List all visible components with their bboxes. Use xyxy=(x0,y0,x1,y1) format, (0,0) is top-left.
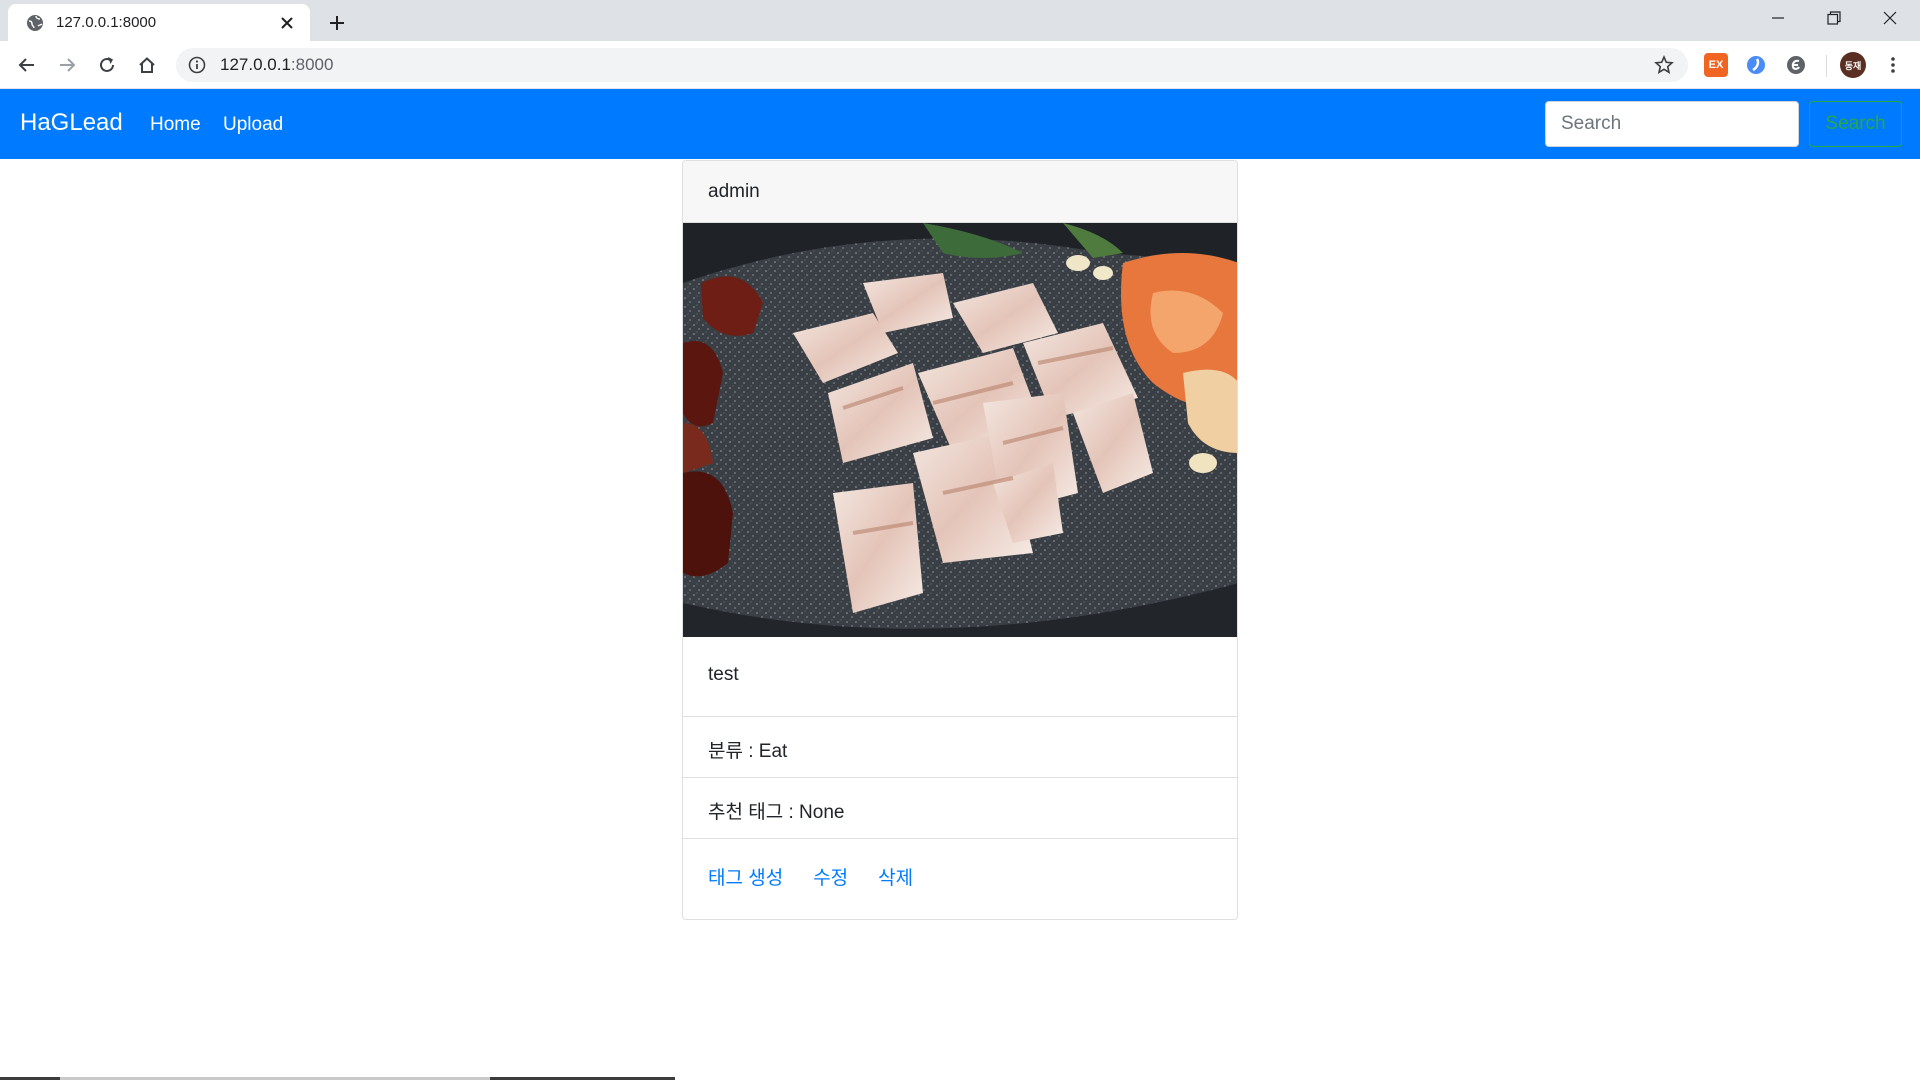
post-description: test xyxy=(683,637,1237,717)
search-input[interactable] xyxy=(1545,101,1799,147)
address-bar[interactable]: 127.0.0.1:8000 xyxy=(176,48,1688,82)
ex-extension-label: EX xyxy=(1708,59,1724,71)
post-recommended-tags: 추천 태그 : None xyxy=(683,778,1237,839)
restore-icon[interactable] xyxy=(1806,0,1862,36)
post-card: admin test 분류: Eat 추천 태그: None 태그 생성 수… xyxy=(682,160,1238,920)
edit-link[interactable]: 수정 xyxy=(813,863,848,919)
site-info-icon[interactable] xyxy=(188,56,206,74)
delete-link[interactable]: 삭제 xyxy=(878,863,913,919)
address-url: 127.0.0.1:8000 xyxy=(220,55,333,75)
minimize-icon[interactable] xyxy=(1750,0,1806,36)
url-port: :8000 xyxy=(290,55,334,74)
post-actions: 태그 생성 수정 삭제 xyxy=(683,839,1237,919)
close-tab-icon[interactable] xyxy=(276,12,298,34)
browser-tab[interactable]: 127.0.0.1:8000 xyxy=(8,4,310,41)
close-window-icon[interactable] xyxy=(1862,0,1918,36)
post-category: 분류 : Eat xyxy=(683,717,1237,778)
browser-tabstrip: 127.0.0.1:8000 xyxy=(0,0,1920,41)
blue-extension-icon[interactable] xyxy=(1744,53,1768,77)
create-tag-link[interactable]: 태그 생성 xyxy=(708,863,783,919)
gray-extension-icon[interactable] xyxy=(1784,53,1808,77)
reload-icon[interactable] xyxy=(91,49,123,81)
nav-link-upload[interactable]: Upload xyxy=(223,114,283,136)
globe-icon xyxy=(26,14,44,32)
home-icon[interactable] xyxy=(131,49,163,81)
brand-logo[interactable]: HaGLead xyxy=(20,109,123,137)
browser-toolbar: 127.0.0.1:8000 EX 동재 xyxy=(0,41,1920,89)
search-button[interactable]: Search xyxy=(1809,101,1902,147)
toolbar-divider xyxy=(1826,55,1827,77)
site-navbar: HaGLead Home Upload Search xyxy=(0,89,1920,159)
tab-title: 127.0.0.1:8000 xyxy=(56,14,157,31)
nav-link-home[interactable]: Home xyxy=(150,114,201,136)
forward-icon[interactable] xyxy=(51,49,83,81)
new-tab-icon[interactable] xyxy=(323,9,351,37)
browser-menu-icon[interactable] xyxy=(1877,49,1909,81)
back-icon[interactable] xyxy=(11,49,43,81)
bookmark-star-icon[interactable] xyxy=(1654,55,1674,75)
ex-extension-icon[interactable]: EX xyxy=(1704,53,1728,77)
profile-avatar[interactable]: 동재 xyxy=(1840,52,1866,78)
profile-label: 동재 xyxy=(1844,61,1862,72)
url-host: 127.0.0.1 xyxy=(220,55,291,74)
post-image xyxy=(683,223,1237,637)
post-author: admin xyxy=(683,161,1237,223)
